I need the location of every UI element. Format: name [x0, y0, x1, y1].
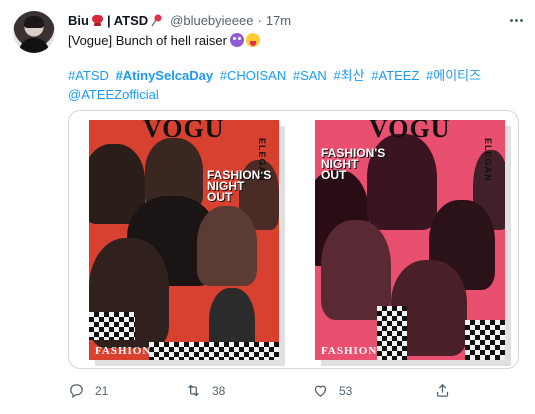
magazine-bottom-text: FASHION — [321, 345, 378, 357]
tweet-text: [Vogue] Bunch of hell raiser — [68, 31, 518, 50]
tweet: Biu | ATSD @bluebyieeee · 17m [Vogue] Bu… — [0, 0, 535, 414]
heart-icon — [314, 385, 327, 397]
tongue-face-emoji-icon — [246, 33, 260, 47]
magazine-side-text: ELEGAN — [257, 138, 267, 182]
checker-pattern — [89, 312, 135, 340]
share-icon — [436, 383, 449, 397]
subtitle-line: OUT — [207, 190, 233, 204]
hashtag-list: #ATSD #AtinySelcaDay #CHOISAN #SAN #최산 #… — [68, 66, 498, 104]
reply-icon — [70, 384, 83, 399]
share-button[interactable] — [434, 382, 451, 399]
magazine-subtitle: FASHION'S NIGHT OUT — [321, 147, 385, 182]
like-button[interactable]: 53 — [312, 382, 352, 399]
hashtag-link[interactable]: #CHOISAN — [220, 68, 286, 83]
magazine-bottom-text: FASHION — [95, 345, 152, 357]
hashtag-link[interactable]: #ATSD — [68, 68, 109, 83]
like-count: 53 — [339, 383, 353, 398]
checker-pattern — [149, 342, 279, 360]
magazine-photo-right[interactable]: VOGU FASHION'S NIGHT OUT ELEGAN FASHION — [315, 120, 505, 360]
retweet-icon — [188, 384, 199, 397]
display-name[interactable]: Biu — [68, 13, 89, 28]
hashtag-link[interactable]: #최산 — [333, 68, 364, 83]
reply-count: 21 — [95, 383, 109, 398]
separator-dot: · — [257, 12, 262, 28]
reply-button[interactable]: 21 — [68, 382, 108, 399]
display-name-suffix[interactable]: | ATSD — [107, 13, 148, 28]
hashtag-link[interactable]: #SAN — [293, 68, 327, 83]
tweet-header: Biu | ATSD @bluebyieeee · 17m — [68, 11, 291, 29]
pushpin-icon — [151, 14, 162, 26]
magazine-title: VOGU — [143, 120, 225, 143]
checker-pattern — [465, 320, 505, 360]
hashtag-link[interactable]: #ATEEZ — [371, 68, 419, 83]
hashtag-link[interactable]: #AtinySelcaDay — [116, 68, 214, 83]
media-container[interactable]: VOGU FASHION'S NIGHT OUT ELEGAN FASHION … — [68, 110, 519, 369]
tweet-body: [Vogue] Bunch of hell raiser — [68, 33, 227, 48]
more-options-icon[interactable] — [506, 13, 526, 27]
retweet-button[interactable]: 38 — [185, 382, 225, 399]
subtitle-line: OUT — [321, 168, 347, 182]
person-figure — [197, 206, 257, 286]
boxing-glove-icon — [91, 14, 103, 26]
hashtag-link[interactable]: #에이티즈 — [426, 68, 481, 83]
magazine-title: VOGU — [369, 120, 451, 143]
timestamp[interactable]: 17m — [266, 13, 291, 28]
user-handle[interactable]: @bluebyieeee — [170, 13, 253, 28]
person-figure — [321, 220, 391, 320]
tweet-actions: 21 38 53 — [68, 382, 518, 400]
retweet-count: 38 — [212, 383, 226, 398]
magazine-side-text: ELEGAN — [483, 138, 493, 182]
mention-link[interactable]: @ATEEZofficial — [68, 87, 159, 102]
smiling-devil-emoji-icon — [230, 33, 244, 47]
avatar[interactable] — [13, 11, 55, 53]
magazine-photo-left[interactable]: VOGU FASHION'S NIGHT OUT ELEGAN FASHION — [89, 120, 279, 360]
checker-pattern — [377, 306, 407, 360]
